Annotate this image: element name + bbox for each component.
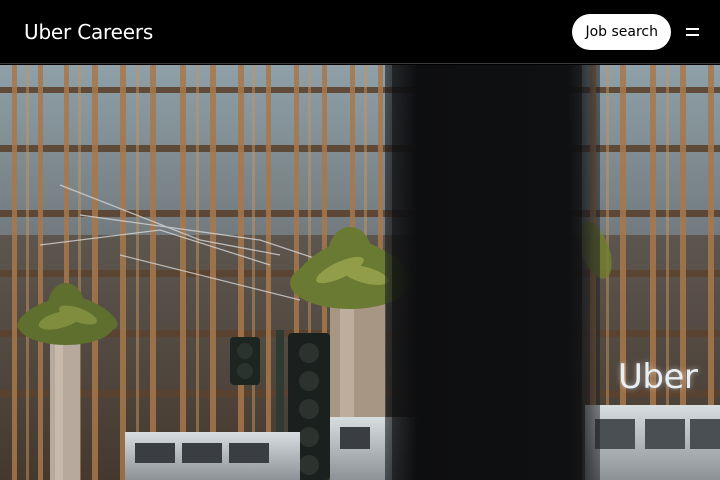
hamburger-menu-icon[interactable]	[680, 20, 704, 44]
brand-logo[interactable]: Uber Careers	[24, 20, 153, 44]
building-uber-sign: Uber	[618, 357, 698, 397]
hero-photo-illustration	[0, 65, 720, 480]
site-header: Uber Careers Job search	[0, 0, 720, 64]
hero-image: Uber	[0, 65, 720, 480]
job-search-button[interactable]: Job search	[572, 13, 671, 50]
